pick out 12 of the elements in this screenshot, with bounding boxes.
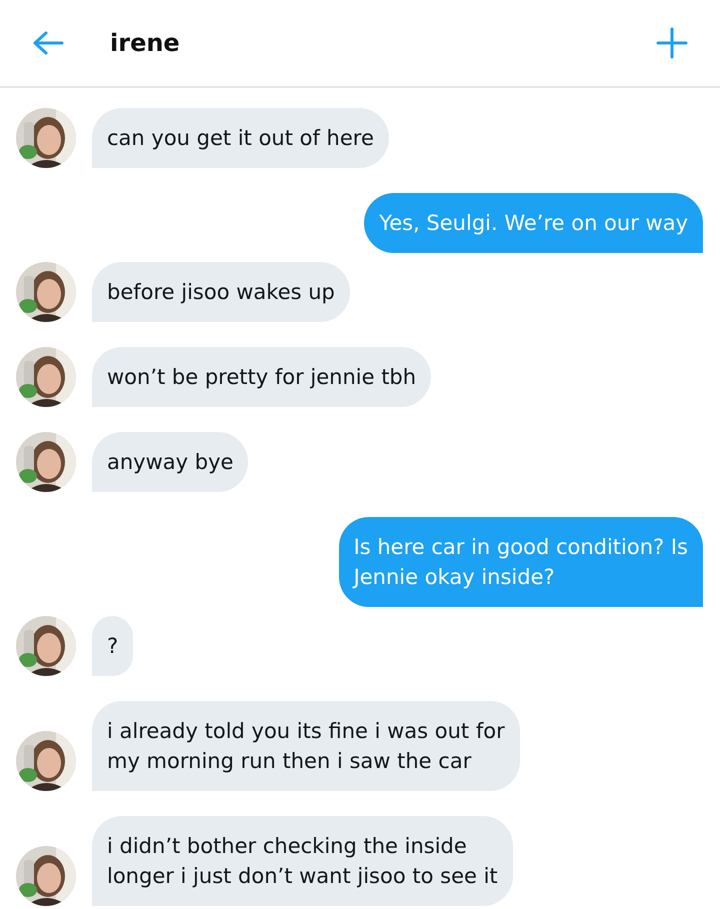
message-bubble: can you get it out of here — [92, 108, 389, 168]
chat-title: irene — [110, 29, 181, 57]
message-bubble: Yes, Seulgi. We’re on our way — [364, 193, 703, 253]
message-bubble: ? — [92, 616, 134, 676]
message-bubble: Is here car in good condition? Is Jennie okay inside? — [338, 517, 703, 607]
back-arrow-icon[interactable] — [32, 30, 64, 56]
message-bubble: before jisoo wakes up — [92, 262, 350, 322]
message-bubble: i didn’t bother checking the inside longer i just don’t want jisoo to see it — [92, 816, 513, 906]
message-bubble: won’t be pretty for jennie tbh — [92, 347, 432, 407]
message-bubble: anyway bye — [92, 432, 248, 492]
message-bubble: i already told you its fine i was out for my morning run then i saw the car — [92, 701, 520, 791]
plus-icon[interactable] — [656, 27, 688, 59]
